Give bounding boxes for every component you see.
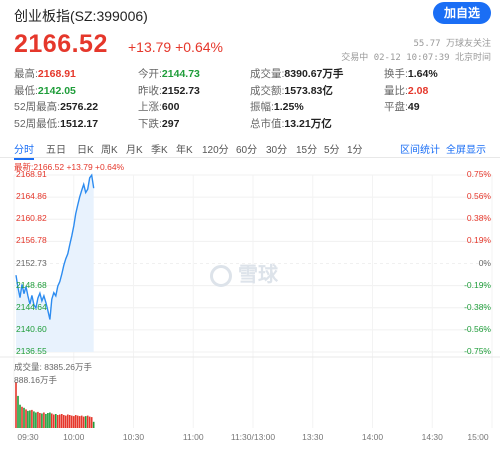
x-tick-label: 11:00 (182, 432, 204, 442)
volume-bar (76, 415, 79, 428)
volume-bar (23, 407, 25, 428)
volume-bar (27, 410, 29, 428)
y-tick-label: 2156.78 (16, 235, 47, 246)
volume-bar (31, 409, 33, 428)
volume-bar (17, 395, 19, 428)
volume-bar (78, 416, 81, 428)
y-right-tick-label: -0.56% (464, 323, 491, 334)
volume-bar (59, 414, 61, 428)
volume-bar (67, 414, 69, 428)
y-right-tick-label: 0.56% (466, 191, 491, 202)
volume-bar (53, 414, 55, 428)
x-tick-label: 14:30 (421, 432, 443, 442)
x-tick-label: 10:00 (63, 432, 85, 442)
y-tick-label: 2140.60 (16, 323, 47, 334)
y-right-tick-label: -0.19% (464, 279, 491, 290)
volume-bar (82, 416, 85, 428)
watermark-text: 雪球 (238, 264, 278, 286)
y-tick-label: 2168.91 (16, 169, 47, 179)
volume-bar (33, 411, 35, 428)
volume-bar (35, 412, 37, 428)
snowball-logo-icon (210, 264, 232, 287)
intraday-chart[interactable] (0, 0, 500, 449)
y-tick-label: 2136.55 (16, 346, 47, 356)
volume-bar (61, 414, 63, 428)
y-tick-label: 2160.82 (16, 213, 47, 224)
y-tick-label: 2152.73 (16, 257, 47, 268)
x-tick-label: 09:30 (17, 432, 39, 442)
x-tick-label: 15:00 (467, 432, 489, 442)
volume-bar (43, 412, 45, 428)
volume-bar (65, 415, 67, 428)
volume-bar (84, 416, 87, 428)
volume-bar (39, 413, 41, 428)
volume-bar (55, 414, 57, 428)
volume-bar (51, 413, 53, 428)
watermark: 雪球 (210, 258, 278, 287)
volume-bar (25, 409, 27, 428)
y-right-tick-label: -0.75% (464, 346, 491, 356)
x-tick-label: 11:30/13:00 (230, 432, 276, 442)
volume-bar (29, 410, 31, 428)
volume-bar (86, 415, 89, 428)
volume-bar (74, 415, 77, 428)
volume-bar (80, 415, 83, 428)
volume-bar (37, 411, 39, 428)
volume-bar (90, 417, 93, 428)
volume-bar (15, 382, 17, 428)
y-right-tick-label: 0.38% (466, 213, 491, 224)
volume-bar (92, 421, 95, 428)
y-tick-label: 2164.86 (16, 191, 47, 202)
y-right-tick-label: -0.38% (464, 301, 491, 312)
volume-bar (71, 415, 73, 428)
volume-bar (41, 413, 43, 428)
volume-bar (47, 413, 49, 428)
volume-bar (88, 416, 91, 428)
volume-info: 成交量: 8385.26万手 (14, 362, 92, 372)
volume-bar (63, 415, 65, 428)
volume-bar (49, 412, 51, 428)
volume-bar (19, 404, 21, 428)
y-right-tick-label: 0.75% (466, 169, 491, 179)
x-tick-label: 10:30 (122, 432, 145, 442)
volume-bar (69, 415, 71, 428)
volume-max-label: 888.16万手 (14, 375, 57, 385)
y-tick-label: 2144.64 (16, 301, 47, 312)
volume-bar (73, 416, 75, 428)
x-tick-label: 14:00 (361, 432, 384, 442)
x-tick-label: 13:30 (302, 432, 324, 442)
volume-bar (21, 406, 23, 428)
y-tick-label: 2148.68 (16, 279, 47, 290)
volume-bar (45, 414, 47, 428)
volume-bar (57, 415, 59, 428)
y-right-tick-label: 0.19% (466, 235, 491, 246)
y-right-tick-label: 0% (478, 257, 491, 268)
